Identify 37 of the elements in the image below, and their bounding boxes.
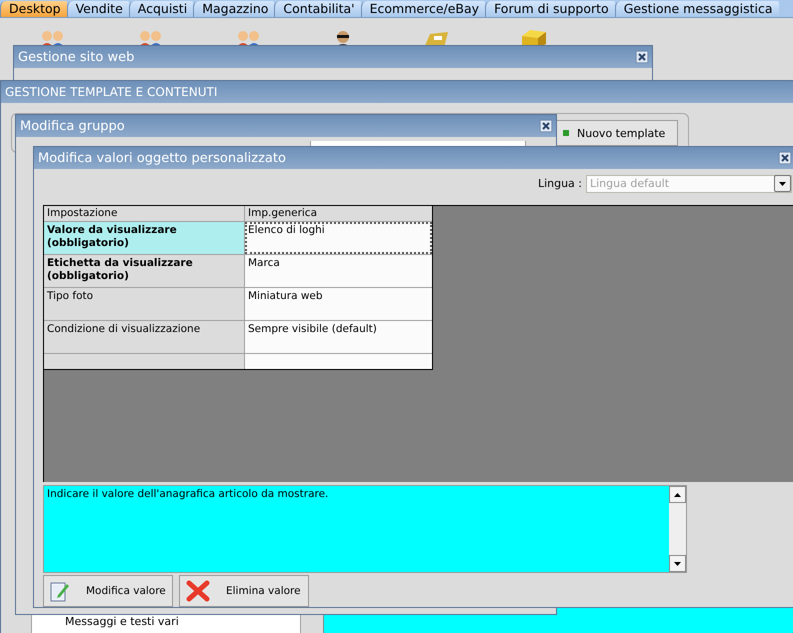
pencil-icon <box>50 580 70 602</box>
close-icon[interactable] <box>779 152 791 164</box>
language-label: Lingua : <box>538 177 582 190</box>
table-cell[interactable]: Miniatura web <box>245 288 432 320</box>
close-icon[interactable] <box>636 51 648 63</box>
tree-item[interactable]: Messaggi e testi vari <box>65 615 179 628</box>
window-title: Gestione sito web <box>18 50 134 64</box>
menu-tab[interactable]: Contabilita' <box>274 1 361 17</box>
menu-tab[interactable]: Vendite <box>66 1 129 17</box>
cross-icon <box>186 580 210 602</box>
delete-button[interactable]: Elimina valore <box>179 575 309 607</box>
table-cell[interactable]: Etichetta da visualizzare (obbligatorio) <box>44 254 244 287</box>
scroll-down-icon[interactable] <box>674 562 681 566</box>
menu-tab[interactable]: Acquisti <box>128 1 194 17</box>
table-cell[interactable]: Valore da visualizzare (obbligatorio) <box>44 222 244 254</box>
window-title: Modifica valori oggetto personalizzato <box>38 150 286 166</box>
dropdown-icon <box>779 182 786 186</box>
menu-tab[interactable]: Forum di supporto <box>485 1 615 17</box>
window-title: GESTIONE TEMPLATE E CONTENUTI <box>5 85 218 99</box>
scroll-up-icon[interactable] <box>674 492 681 497</box>
plus-icon <box>563 130 569 136</box>
table-cell[interactable]: Sempre visibile (default) <box>245 320 432 353</box>
menu-tab[interactable]: Magazzino <box>193 1 274 17</box>
window-title: Modifica gruppo <box>20 118 125 134</box>
close-icon[interactable] <box>540 120 552 132</box>
menu-tab[interactable]: Desktop <box>0 1 67 17</box>
table-cell[interactable]: Marca <box>245 254 432 287</box>
table-cell[interactable]: Tipo foto <box>44 288 244 320</box>
menu-tab[interactable]: Ecommerce/eBay <box>360 1 486 17</box>
table-cell[interactable]: Elenco di loghi <box>245 222 432 254</box>
description-text: Indicare il valore dell'anagrafica articolo da mostrare. <box>44 486 669 572</box>
column-header: Imp.generica <box>245 206 432 221</box>
edit-button[interactable]: Modifica valore <box>43 575 173 607</box>
menu-tab[interactable]: Gestione messaggistica <box>614 1 778 17</box>
column-header: Impostazione <box>44 206 244 221</box>
table-cell[interactable]: Condizione di visualizzazione <box>44 320 244 353</box>
new-template-button[interactable]: Nuovo template <box>554 120 678 146</box>
